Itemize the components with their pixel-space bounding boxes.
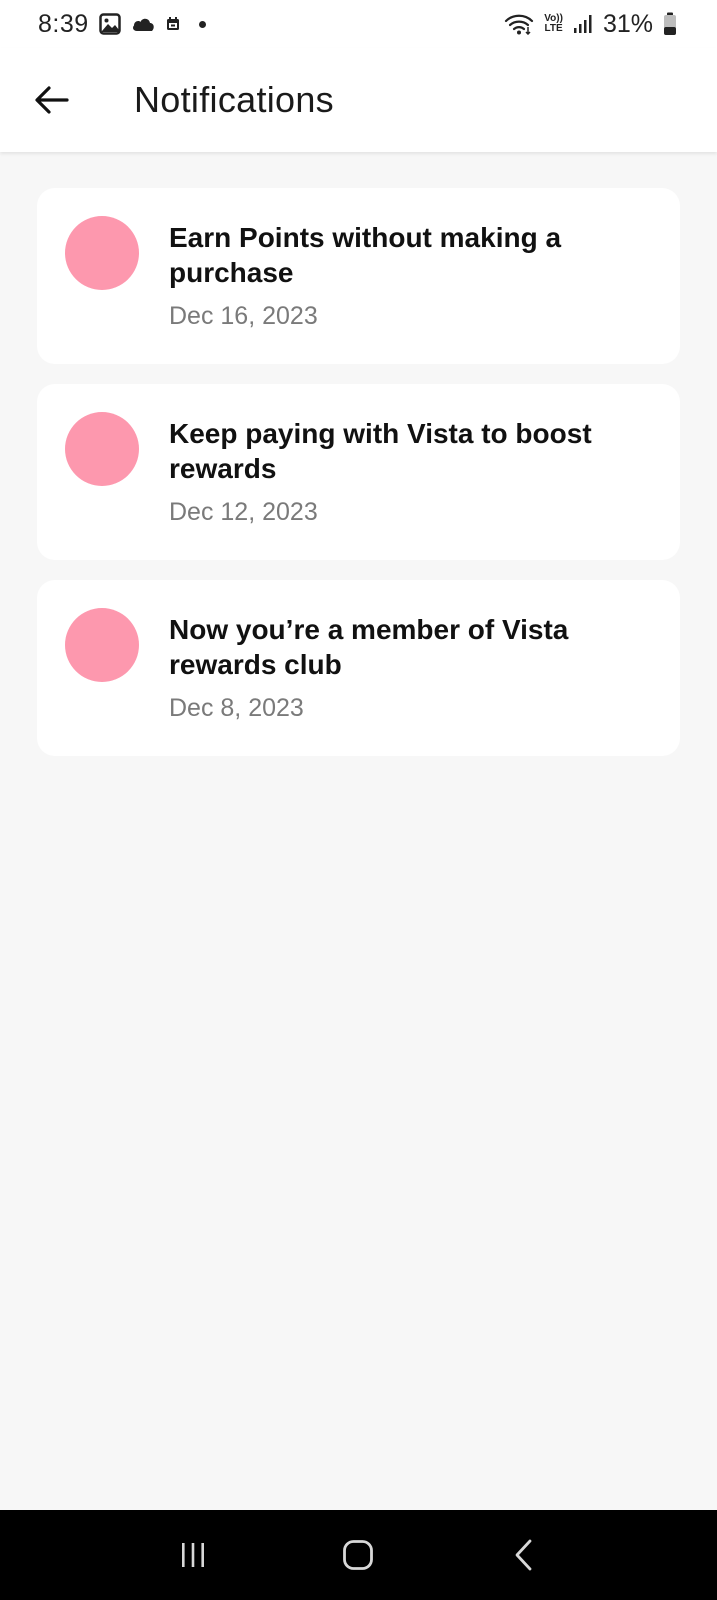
notification-title: Now you’re a member of Vista rewards clu… <box>169 614 569 680</box>
gallery-icon <box>98 13 121 35</box>
notification-card[interactable]: Earn Points without making a purchase De… <box>37 188 680 364</box>
page-title: Notifications <box>134 79 334 120</box>
system-nav-bar <box>0 1510 717 1600</box>
notification-title: Keep paying with Vista to boost rewards <box>169 418 592 484</box>
notification-card[interactable]: Now you’re a member of Vista rewards clu… <box>37 580 680 756</box>
recents-icon <box>178 1541 208 1569</box>
lte-label: LTE <box>544 23 563 34</box>
notifications-screen: 8:39 Vo)) LTE 31% Notifications Earn Poi… <box>0 0 717 1600</box>
home-icon <box>342 1539 374 1571</box>
signal-icon <box>573 14 593 34</box>
wifi-icon <box>504 13 534 35</box>
volte-icon: Vo)) LTE <box>544 14 563 34</box>
notification-date: Dec 8, 2023 <box>169 694 304 722</box>
notification-body: Keep paying with Vista to boost rewards … <box>169 412 609 527</box>
notification-date: Dec 12, 2023 <box>169 498 318 526</box>
recents-button[interactable] <box>163 1525 223 1585</box>
notification-avatar <box>65 608 139 682</box>
back-icon <box>514 1539 534 1571</box>
notification-body: Now you’re a member of Vista rewards clu… <box>169 608 609 723</box>
notification-avatar <box>65 412 139 486</box>
cloud-icon <box>131 16 155 32</box>
back-button[interactable] <box>24 72 80 128</box>
status-bar-left: 8:39 <box>38 10 206 39</box>
calendar-icon <box>165 16 181 32</box>
notification-date: Dec 16, 2023 <box>169 302 318 330</box>
status-time: 8:39 <box>38 9 89 38</box>
notification-list: Earn Points without making a purchase De… <box>37 188 680 756</box>
notification-card[interactable]: Keep paying with Vista to boost rewards … <box>37 384 680 560</box>
notification-dot-icon <box>198 20 206 28</box>
nav-back-button[interactable] <box>494 1525 554 1585</box>
battery-percent: 31% <box>602 9 653 38</box>
notification-avatar <box>65 216 139 290</box>
notification-body: Earn Points without making a purchase De… <box>169 216 609 331</box>
status-bar: 8:39 Vo)) LTE 31% <box>0 0 717 48</box>
arrow-left-icon <box>35 86 69 114</box>
status-bar-right: Vo)) LTE 31% <box>504 10 677 39</box>
home-button[interactable] <box>328 1525 388 1585</box>
notification-title: Earn Points without making a purchase <box>169 222 562 288</box>
app-bar: Notifications <box>0 48 717 152</box>
battery-icon <box>663 12 677 36</box>
